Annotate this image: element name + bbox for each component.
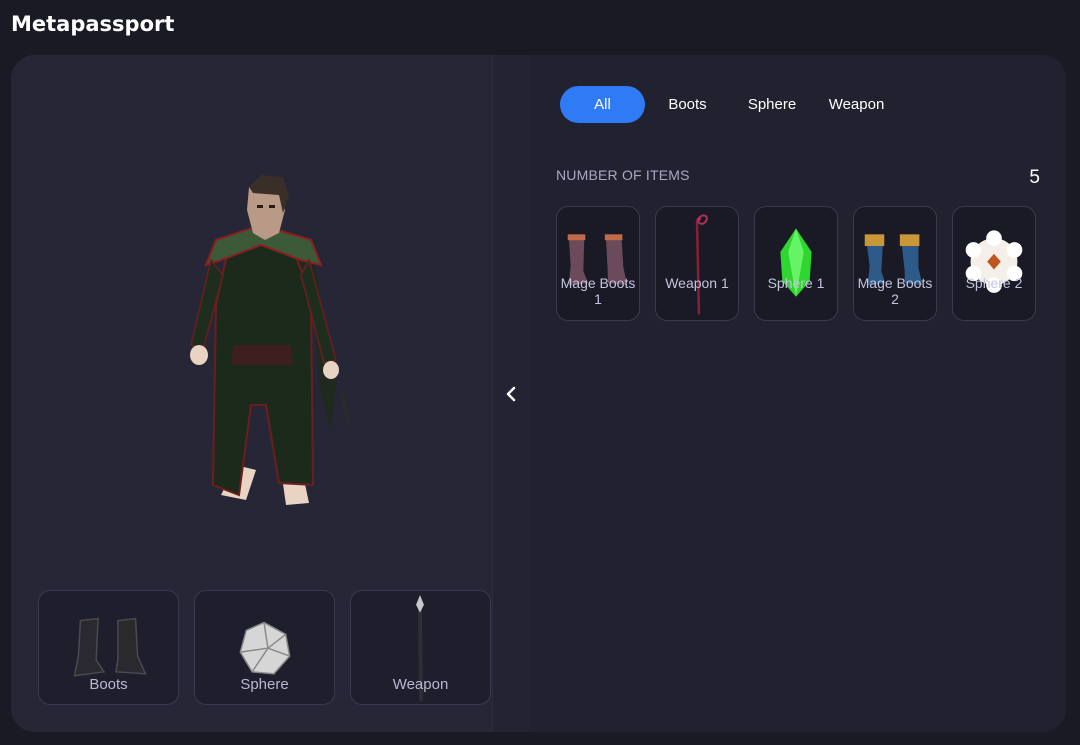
tab-sphere[interactable]: Sphere — [730, 86, 814, 123]
chevron-left-icon — [506, 386, 516, 402]
inventory-item-sphere-1[interactable]: Sphere 1 — [754, 206, 838, 321]
item-count-label: NUMBER OF ITEMS — [556, 167, 690, 183]
inventory-item-label: Sphere 1 — [767, 275, 825, 291]
inventory-item-mage-boots-1[interactable]: Mage Boots 1 — [556, 206, 640, 321]
inventory-item-weapon-1[interactable]: Weapon 1 — [655, 206, 739, 321]
main-panel: Boots Sphere Weapon All Boots Sphere Wea… — [11, 55, 1066, 732]
inventory-item-label: Sphere 2 — [965, 275, 1023, 291]
equipped-slot-sphere[interactable]: Sphere — [194, 590, 335, 705]
green-crystal-icon — [780, 228, 812, 297]
item-count-value: 5 — [1029, 167, 1040, 188]
inventory-grid: Mage Boots 1 Weapon 1 Sphere 1 Mage Boot… — [556, 206, 1036, 321]
inventory-item-mage-boots-2[interactable]: Mage Boots 2 — [853, 206, 937, 321]
category-tabs: All Boots Sphere Weapon — [560, 86, 899, 123]
inventory-item-sphere-2[interactable]: Sphere 2 — [952, 206, 1036, 321]
tab-weapon[interactable]: Weapon — [814, 86, 899, 123]
staff-icon — [695, 214, 708, 315]
equipped-slot-weapon[interactable]: Weapon — [350, 590, 491, 705]
collapse-panel-button[interactable] — [497, 380, 525, 408]
equipped-slot-label: Weapon — [392, 676, 449, 693]
tab-all[interactable]: All — [560, 86, 645, 123]
inventory-item-label: Mage Boots 2 — [857, 275, 933, 307]
inventory-item-label: Weapon 1 — [665, 275, 729, 291]
character-pane: Boots Sphere Weapon — [11, 55, 492, 732]
app-title: Metapassport — [11, 12, 175, 36]
flower-sphere-icon — [965, 230, 1023, 293]
equipped-slot-label: Sphere — [240, 676, 289, 693]
character-avatar — [190, 175, 351, 505]
tab-boots[interactable]: Boots — [645, 86, 730, 123]
inventory-item-label: Mage Boots 1 — [560, 275, 636, 307]
equipped-slot-boots[interactable]: Boots — [38, 590, 179, 705]
inventory-pane: All Boots Sphere Weapon NUMBER OF ITEMS … — [530, 55, 1066, 732]
equipped-slot-label: Boots — [89, 676, 128, 693]
